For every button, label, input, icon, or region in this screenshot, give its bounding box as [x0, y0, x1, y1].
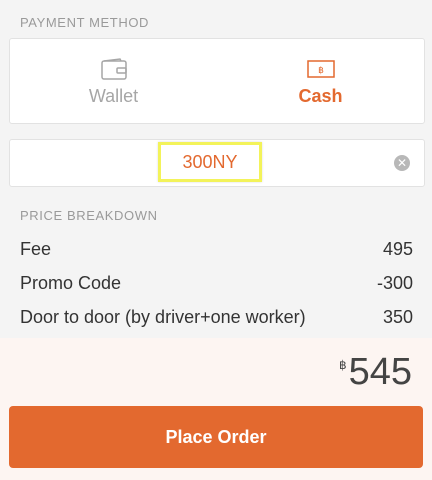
- payment-method-label: PAYMENT METHOD: [20, 15, 150, 30]
- wallet-icon: [100, 56, 127, 82]
- clear-icon[interactable]: ✕: [394, 155, 410, 171]
- promo-code-field[interactable]: 300NY ✕: [9, 139, 425, 187]
- svg-text:฿: ฿: [318, 66, 324, 76]
- price-row-label: Promo Code: [20, 272, 122, 293]
- payment-option-wallet-label: Wallet: [88, 85, 139, 106]
- price-row-promo: Promo Code -300: [0, 266, 432, 300]
- order-footer: ฿ 545 Place Order: [0, 338, 432, 480]
- price-breakdown-label: PRICE BREAKDOWN: [20, 208, 158, 223]
- payment-option-wallet[interactable]: Wallet: [10, 39, 217, 123]
- price-row-value: 495: [382, 238, 413, 259]
- payment-method-card: Wallet ฿ Cash: [9, 38, 425, 124]
- price-row-value: -300: [376, 272, 413, 293]
- price-row-label: Door to door (by driver+one worker): [20, 306, 306, 327]
- payment-option-cash-label: Cash: [298, 85, 343, 106]
- payment-option-cash[interactable]: ฿ Cash: [217, 39, 424, 123]
- price-row-fee: Fee 495: [0, 232, 432, 266]
- currency-symbol: ฿: [338, 358, 347, 372]
- total-price: ฿ 545: [339, 350, 412, 394]
- cash-icon: ฿: [306, 56, 335, 82]
- promo-code-value: 300NY: [182, 151, 238, 172]
- price-breakdown-list: Fee 495 Promo Code -300 Door to door (by…: [0, 232, 432, 334]
- promo-code-highlight: 300NY: [158, 142, 262, 182]
- total-amount: 545: [348, 351, 412, 393]
- price-row-label: Fee: [20, 238, 52, 259]
- price-row-service: Door to door (by driver+one worker) 350: [0, 300, 432, 334]
- place-order-button[interactable]: Place Order: [9, 406, 423, 468]
- price-row-value: 350: [382, 306, 413, 327]
